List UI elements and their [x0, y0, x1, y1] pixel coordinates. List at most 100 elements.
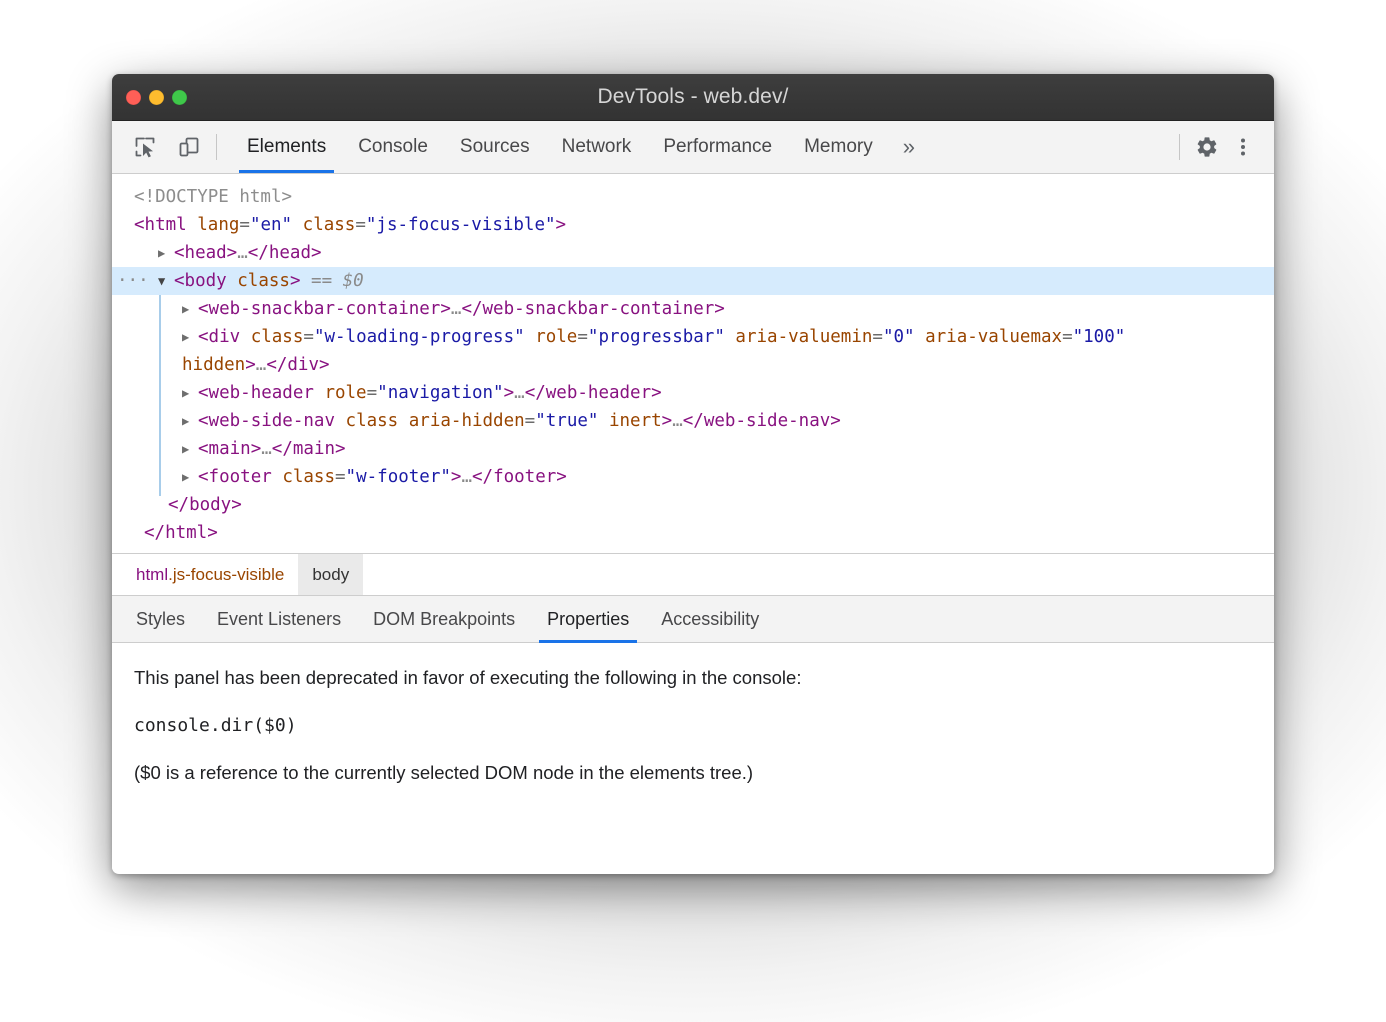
expand-arrow-icon[interactable]: ▶ — [182, 407, 198, 435]
close-button[interactable] — [126, 90, 141, 105]
tab-sources[interactable]: Sources — [444, 121, 546, 173]
gear-icon — [1195, 135, 1219, 159]
console-dir-snippet: console.dir($0) — [134, 715, 1252, 736]
html-attr-class-value: "js-focus-visible" — [366, 215, 556, 235]
collapse-arrow-icon[interactable]: ▼ — [158, 267, 174, 295]
tabs-overflow-button[interactable]: » — [889, 121, 929, 173]
html-tagname: html — [145, 215, 187, 235]
html-lt: < — [134, 215, 145, 235]
expand-arrow-icon[interactable]: ▶ — [158, 239, 174, 267]
html-attr-lang-value: "en" — [250, 215, 292, 235]
footer-lt: < — [198, 467, 209, 487]
dom-node-loading-progress[interactable]: ▶<div class="w-loading-progress" role="p… — [112, 323, 1274, 379]
tab-dom-breakpoints[interactable]: DOM Breakpoints — [357, 596, 531, 642]
head-close-tag: </head> — [248, 243, 322, 263]
node-badge-ellipsis[interactable]: ··· — [117, 267, 149, 295]
expand-arrow-icon[interactable]: ▶ — [182, 435, 198, 463]
main-tagname: main — [209, 439, 251, 459]
tab-properties[interactable]: Properties — [531, 596, 645, 642]
header-ellipsis: … — [514, 383, 525, 403]
sidebar-tabs: Styles Event Listeners DOM Breakpoints P… — [112, 595, 1274, 643]
tab-accessibility[interactable]: Accessibility — [645, 596, 775, 642]
header-gt: > — [504, 383, 515, 403]
div-tagname: div — [209, 327, 241, 347]
inspect-element-icon — [133, 135, 157, 159]
snackbar-gt: > — [440, 299, 451, 319]
maximize-button[interactable] — [172, 90, 187, 105]
sidenav-attr-ariahidden-value: "true" — [535, 411, 598, 431]
div-attr-hidden: hidden — [182, 355, 245, 375]
tab-sources-label: Sources — [460, 136, 530, 158]
tab-styles[interactable]: Styles — [120, 596, 201, 642]
dom-node-doctype[interactable]: <!DOCTYPE html> — [112, 183, 1274, 211]
div-ellipsis: … — [256, 355, 267, 375]
dom-node-web-header[interactable]: ▶<web-header role="navigation">…</web-he… — [112, 379, 1274, 407]
sidenav-ellipsis: … — [672, 411, 683, 431]
breadcrumb-item-html[interactable]: html.js-focus-visible — [122, 554, 298, 595]
body-attr-class: class — [237, 271, 290, 291]
body-close-tag: </body> — [168, 495, 242, 515]
footer-tagname: footer — [209, 467, 272, 487]
inspect-element-button[interactable] — [128, 130, 162, 164]
main-gt: > — [251, 439, 262, 459]
div-close: </div> — [266, 355, 329, 375]
tab-network[interactable]: Network — [546, 121, 648, 173]
deprecation-message: This panel has been deprecated in favor … — [134, 665, 1252, 691]
sidenav-attr-ariahidden-name: aria-hidden — [409, 411, 525, 431]
div-attr-role-value: "progressbar" — [588, 327, 725, 347]
div-attr-valuemax-value: "100" — [1073, 327, 1126, 347]
expand-arrow-icon[interactable]: ▶ — [182, 379, 198, 407]
dom-node-body-close[interactable]: </body> — [112, 491, 1274, 519]
settings-button[interactable] — [1190, 130, 1224, 164]
device-toolbar-button[interactable] — [172, 130, 206, 164]
dom-node-head[interactable]: ▶<head>…</head> — [112, 239, 1274, 267]
footer-attr-class-name: class — [282, 467, 335, 487]
dom-node-web-snackbar-container[interactable]: ▶<web-snackbar-container>…</web-snackbar… — [112, 295, 1274, 323]
tab-memory[interactable]: Memory — [788, 121, 889, 173]
sidenav-attr-class: class — [346, 411, 399, 431]
tab-event-listeners[interactable]: Event Listeners — [201, 596, 357, 642]
sidenav-close: </web-side-nav> — [683, 411, 841, 431]
html-close-tag: </html> — [144, 523, 218, 543]
html-attr-class-name: class — [303, 215, 356, 235]
dom-node-web-side-nav[interactable]: ▶<web-side-nav class aria-hidden="true" … — [112, 407, 1274, 435]
more-vertical-icon — [1231, 135, 1255, 159]
dom-tree[interactable]: <!DOCTYPE html> <html lang="en" class="j… — [112, 174, 1274, 553]
sidenav-attr-inert: inert — [609, 411, 662, 431]
more-options-button[interactable] — [1226, 130, 1260, 164]
div-lt: < — [198, 327, 209, 347]
header-attr-role-name: role — [324, 383, 366, 403]
panel-tabs: Elements Console Sources Network Perform… — [231, 121, 929, 173]
dom-node-footer[interactable]: ▶<footer class="w-footer">…</footer> — [112, 463, 1274, 491]
header-lt: < — [198, 383, 209, 403]
body-dollar-zero-ref: == $0 — [311, 271, 364, 291]
dom-node-html-close[interactable]: </html> — [112, 519, 1274, 547]
div-attr-valuemax-name: aria-valuemax — [925, 327, 1062, 347]
devtools-toolbar: Elements Console Sources Network Perform… — [112, 121, 1274, 174]
expand-arrow-icon[interactable]: ▶ — [182, 323, 198, 351]
minimize-button[interactable] — [149, 90, 164, 105]
body-tagname: body — [185, 271, 227, 291]
breadcrumb-item-body[interactable]: body — [298, 554, 363, 595]
sidenav-lt: < — [198, 411, 209, 431]
div-gt: > — [245, 355, 256, 375]
head-open-tag: <head> — [174, 243, 237, 263]
dom-node-main[interactable]: ▶<main>…</main> — [112, 435, 1274, 463]
window-title: DevTools - web.dev/ — [112, 85, 1274, 109]
tab-elements[interactable]: Elements — [231, 121, 342, 173]
tab-performance[interactable]: Performance — [647, 121, 788, 173]
doctype-text: <!DOCTYPE html> — [134, 187, 292, 207]
expand-arrow-icon[interactable]: ▶ — [182, 463, 198, 491]
snackbar-lt: < — [198, 299, 209, 319]
tab-console[interactable]: Console — [342, 121, 444, 173]
dom-node-html[interactable]: <html lang="en" class="js-focus-visible"… — [112, 211, 1274, 239]
tab-accessibility-label: Accessibility — [661, 609, 759, 630]
snackbar-tagname: web-snackbar-container — [209, 299, 441, 319]
dom-node-body[interactable]: ···▼<body class> == $0 — [112, 267, 1274, 295]
breadcrumb-html-tag: html — [136, 565, 168, 585]
expand-arrow-icon[interactable]: ▶ — [182, 295, 198, 323]
div-attr-role-name: role — [535, 327, 577, 347]
tab-console-label: Console — [358, 136, 428, 158]
properties-panel-content: This panel has been deprecated in favor … — [112, 643, 1274, 873]
footer-ellipsis: … — [461, 467, 472, 487]
